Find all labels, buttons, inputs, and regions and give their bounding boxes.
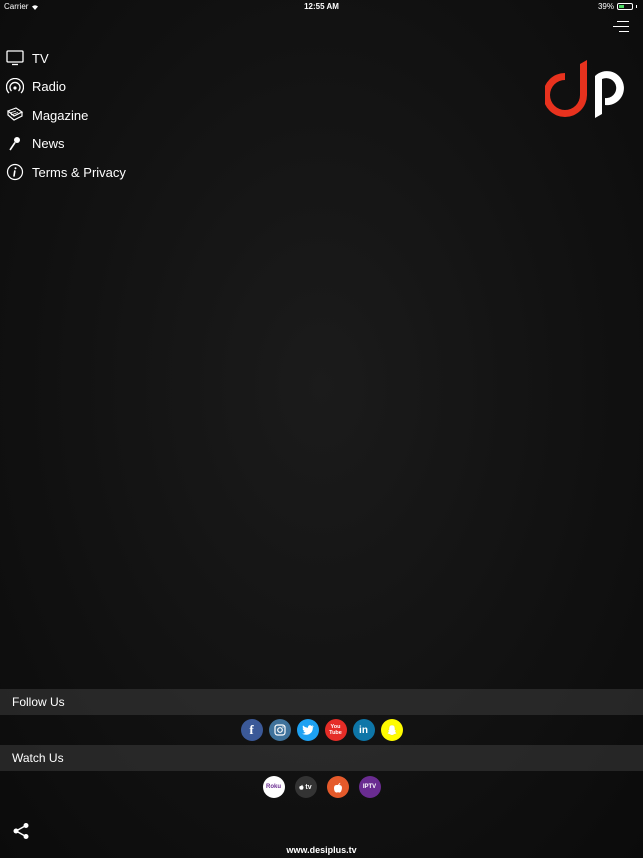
battery-icon: [617, 3, 633, 10]
magazine-icon: [6, 106, 24, 124]
status-bar: Carrier 12:55 AM 39%: [0, 0, 643, 14]
menu-item-news[interactable]: News: [6, 130, 126, 159]
roku-icon[interactable]: Roku: [262, 776, 285, 798]
apple-tv-icon[interactable]: tv: [294, 776, 317, 798]
side-menu: TV Radio Magazine News Terms & Privacy: [6, 44, 126, 187]
clock: 12:55 AM: [304, 2, 339, 11]
social-icons-row: f You Tube in: [0, 719, 643, 741]
watch-us-header: Watch Us: [0, 745, 643, 771]
hamburger-menu-icon[interactable]: [613, 18, 629, 34]
menu-item-label: TV: [32, 50, 49, 66]
share-icon[interactable]: [12, 822, 30, 840]
menu-item-label: Terms & Privacy: [32, 164, 126, 180]
apple-icon[interactable]: [326, 776, 349, 798]
twitter-icon[interactable]: [296, 719, 319, 741]
radio-icon: [6, 77, 24, 96]
website-url[interactable]: www.desiplus.tv: [0, 845, 643, 855]
menu-item-terms-privacy[interactable]: Terms & Privacy: [6, 158, 126, 187]
watch-platform-icons-row: Roku tv IPTV: [0, 776, 643, 798]
snapchat-icon[interactable]: [380, 719, 403, 741]
linkedin-icon[interactable]: in: [352, 719, 375, 741]
tv-icon: [6, 49, 24, 67]
menu-item-tv[interactable]: TV: [6, 44, 126, 73]
info-icon: [6, 163, 24, 181]
section-title: Watch Us: [12, 751, 64, 765]
microphone-icon: [6, 135, 24, 153]
menu-item-magazine[interactable]: Magazine: [6, 101, 126, 130]
menu-item-label: News: [32, 136, 65, 152]
desiplus-logo: [545, 60, 624, 118]
menu-item-radio[interactable]: Radio: [6, 73, 126, 102]
battery-indicator: 39%: [598, 2, 637, 11]
menu-item-label: Magazine: [32, 107, 89, 123]
instagram-icon[interactable]: [268, 719, 291, 741]
iptv-icon[interactable]: IPTV: [358, 776, 381, 798]
youtube-icon[interactable]: You Tube: [324, 719, 347, 741]
facebook-icon[interactable]: f: [240, 719, 263, 741]
menu-item-label: Radio: [32, 79, 66, 95]
follow-us-header: Follow Us: [0, 689, 643, 715]
section-title: Follow Us: [12, 695, 65, 709]
battery-percent: 39%: [597, 2, 614, 11]
